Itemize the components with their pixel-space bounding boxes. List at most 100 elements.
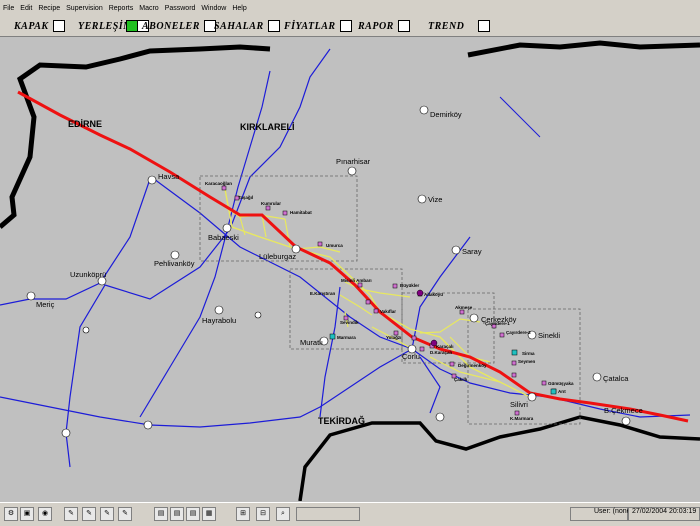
subscriber-marker[interactable] [449,361,455,367]
subscriber-marker[interactable] [419,346,425,352]
subscriber-marker[interactable] [365,299,371,305]
city-marker[interactable] [417,194,427,204]
subscriber-marker[interactable] [514,410,520,416]
subscriber-marker[interactable] [221,185,227,191]
subscriber-marker[interactable] [357,282,363,288]
subscriber-marker-active[interactable] [550,388,557,395]
subscriber-label: D.Karaçalı [430,350,452,355]
tab-checkbox[interactable] [397,20,410,32]
city-marker[interactable] [143,420,153,430]
subscriber-label: Hamitabat [290,210,312,215]
subscriber-marker[interactable] [373,308,379,314]
subscriber-label: Sirma [522,351,535,356]
city-label: Meriç [36,300,55,309]
city-label: Silivri [510,400,528,409]
tab-checkbox[interactable] [267,20,280,32]
subscriber-label: Karacaoğlan [205,181,232,186]
city-marker[interactable] [592,372,602,382]
city-label: Pınarhisar [336,157,371,166]
subscriber-label: Büyükler [400,283,420,288]
menu-window[interactable]: Window [198,5,229,12]
map-view[interactable]: EDİRNE KIRKLARELİ TEKİRDAĞ Demirköy Pına… [0,37,700,501]
city-marker[interactable] [254,311,262,319]
city-marker[interactable] [435,412,445,422]
city-marker[interactable] [347,166,357,176]
tab-trend[interactable]: TREND [428,19,491,33]
toolbar-button[interactable]: ⚙ [4,507,18,521]
menu-help[interactable]: Help [229,5,249,12]
toolbar-button[interactable]: ✎ [64,507,78,521]
menu-supervision[interactable]: Supervision [63,5,106,12]
toolbar-button[interactable]: ▤ [154,507,168,521]
subscriber-marker-active[interactable] [511,349,518,356]
subscriber-label: Taşağıl [238,195,253,200]
subscriber-marker[interactable] [511,360,517,366]
city-marker[interactable] [170,250,180,260]
toolbar-button[interactable]: ✎ [82,507,96,521]
tab-aboneler[interactable]: ABONELER [126,19,216,33]
menu-recipe[interactable]: Recipe [35,5,63,12]
tab-rapor[interactable]: RAPOR [358,19,410,33]
city-marker[interactable] [147,175,157,185]
toolbar-button[interactable]: ▤ [186,507,200,521]
subscriber-marker[interactable] [411,335,417,341]
city-label: Hayrabolu [202,316,236,325]
tab-checkbox[interactable] [478,20,491,32]
tab-kapak[interactable]: KAPAK [14,19,65,33]
toolbar-button[interactable]: ◉ [38,507,52,521]
subscriber-marker[interactable] [499,332,505,338]
tab-fiyatlar[interactable]: FİYATLAR [284,19,352,33]
city-label: Havsa [158,172,180,181]
tab-label: FİYATLAR [284,20,336,32]
menu-password[interactable]: Password [162,5,199,12]
subscriber-label: Seymen [518,359,536,364]
city-marker[interactable] [26,291,36,301]
city-marker[interactable] [527,392,537,402]
subscriber-marker[interactable] [282,210,288,216]
tab-checkbox-active[interactable] [126,20,138,32]
subscriber-marker[interactable] [265,205,271,211]
city-marker[interactable] [82,326,90,334]
menu-reports[interactable]: Reports [106,5,137,12]
subscriber-marker[interactable] [511,372,517,378]
city-marker[interactable] [214,305,224,315]
region-label: TEKİRDAĞ [318,415,365,426]
menu-edit[interactable]: Edit [17,5,35,12]
city-label: Demirköy [430,110,462,119]
city-label: Vize [428,195,442,204]
subscriber-marker-active[interactable] [329,333,336,340]
tab-sahalar[interactable]: SAHALAR [214,19,280,33]
tab-checkbox[interactable] [52,20,65,32]
subscriber-label: Akmeşe [455,305,473,310]
menu-macro[interactable]: Macro [136,5,161,12]
toolbar-button[interactable]: ▦ [202,507,216,521]
subscriber-marker[interactable] [317,241,323,247]
toolbar-button[interactable]: ✎ [118,507,132,521]
subscriber-marker-selected[interactable] [416,289,424,297]
subscriber-label: Çakıllı [454,377,467,382]
city-marker[interactable] [469,313,479,323]
menu-file[interactable]: File [0,5,17,12]
toolbar-button[interactable]: ▤ [170,507,184,521]
tab-label: KAPAK [14,20,49,32]
subscriber-marker[interactable] [392,283,398,289]
subscriber-marker[interactable] [541,380,547,386]
subscriber-label: Karaçalı [436,344,454,349]
city-label: Çorlu [402,352,420,361]
tab-label: SAHALAR [214,20,264,32]
toolbar-button[interactable]: ✎ [100,507,114,521]
toolbar-button[interactable]: ⊞ [236,507,250,521]
search-icon[interactable]: ⌕ [276,507,290,521]
subscriber-label: Sevindik [340,320,359,325]
subscriber-label: Kumrular [261,201,281,206]
subscriber-marker[interactable] [459,309,465,315]
toolbar-button[interactable]: ⊟ [256,507,270,521]
toolbar-button[interactable]: ▣ [20,507,34,521]
city-marker[interactable] [451,245,461,255]
tab-checkbox[interactable] [339,20,352,32]
city-marker[interactable] [61,428,71,438]
tab-label: TREND [428,20,465,32]
city-marker[interactable] [222,223,232,233]
city-marker[interactable] [419,105,429,115]
city-marker[interactable] [621,416,631,426]
